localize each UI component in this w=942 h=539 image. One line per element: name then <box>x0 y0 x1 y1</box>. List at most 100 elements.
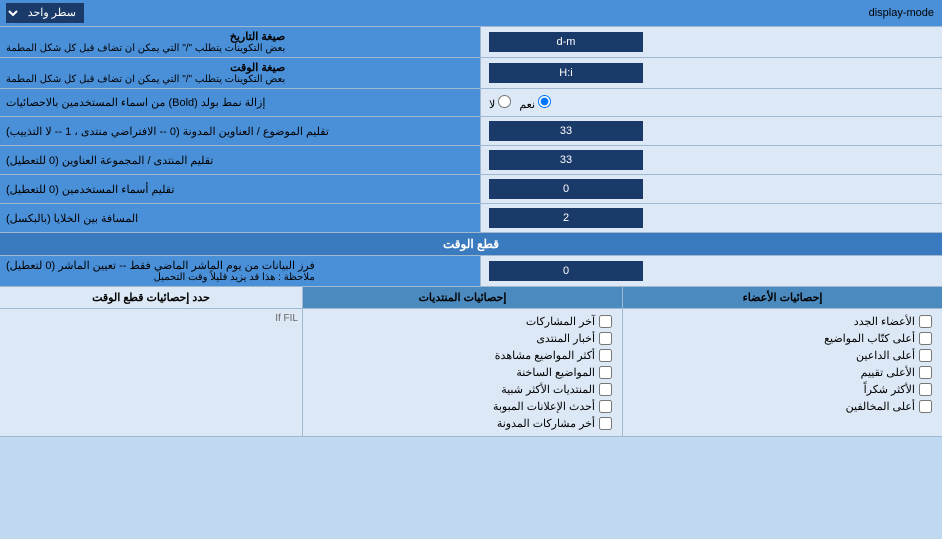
checkbox-last-posts-input[interactable] <box>599 315 612 328</box>
main-container: display-mode سطر واحد سطران ثلاثة أسطر ص… <box>0 0 942 437</box>
checkbox-new-members: الأعضاء الجدد <box>633 315 932 328</box>
checkbox-latest-classified-ads: أحدث الإعلانات المبوبة <box>313 400 612 413</box>
realtime-filter-note: ملاحظة : هذا قد يزيد قليلاً وقت التحميل <box>6 272 315 283</box>
topics-titles-label: تقليم الموضوع / العناوين المدونة (0 -- ا… <box>6 125 329 138</box>
cell-spacing-label-cell: المسافة بين الخلايا (بالبكسل) <box>0 204 480 232</box>
checkbox-most-viewed-input[interactable] <box>599 349 612 362</box>
checkbox-hot-topics-label: المواضيع الساخنة <box>516 366 595 379</box>
time-format-label: صيغة الوقت بعض التكوينات يتطلب "/" التي … <box>6 61 285 85</box>
checkbox-last-posts: آخر المشاركات <box>313 315 612 328</box>
display-label: display-mode <box>480 4 942 22</box>
display-row: display-mode سطر واحد سطران ثلاثة أسطر <box>0 0 942 27</box>
checkbox-most-similar-forums: المنتديات الأكثر شبية <box>313 383 612 396</box>
bold-no-label: لا <box>489 95 511 111</box>
checkbox-hot-topics-input[interactable] <box>599 366 612 379</box>
forum-titles-label: تقليم المنتدى / المجموعة العناوين (0 للت… <box>6 154 213 167</box>
bold-removal-input-cell: نعم لا <box>480 89 942 116</box>
checkbox-top-topic-writers-input[interactable] <box>919 332 932 345</box>
date-format-label: صيغة التاريخ بعض التكوينات يتطلب "/" الت… <box>6 30 285 54</box>
checkbox-forum-news: أخبار المنتدى <box>313 332 612 345</box>
usernames-input[interactable] <box>489 179 643 199</box>
realtime-section-header: قطع الوقت <box>0 233 942 256</box>
checkbox-forum-news-input[interactable] <box>599 332 612 345</box>
checkbox-top-rated-input[interactable] <box>919 366 932 379</box>
bold-yes-radio[interactable] <box>538 95 551 108</box>
checkbox-new-members-label: الأعضاء الجدد <box>854 315 915 328</box>
checkbox-most-similar-forums-label: المنتديات الأكثر شبية <box>501 383 595 396</box>
date-format-title: صيغة التاريخ <box>6 30 285 43</box>
realtime-filter-input-cell <box>480 256 942 286</box>
date-format-input[interactable] <box>489 32 643 52</box>
forum-titles-row: تقليم المنتدى / المجموعة العناوين (0 للت… <box>0 146 942 175</box>
checkbox-latest-classified-ads-input[interactable] <box>599 400 612 413</box>
checkbox-top-violators: أعلى المخالفين <box>633 400 932 413</box>
realtime-filter-label-cell: فرز البيانات من يوم الماشر الماضي فقط --… <box>0 256 480 286</box>
topics-titles-input-cell <box>480 117 942 145</box>
stats-apply-col: If FIL <box>0 309 302 436</box>
checkbox-top-inviters: أعلى الداعين <box>633 349 932 362</box>
stats-apply-header: حدد إحصائيات قطع الوقت <box>0 287 302 308</box>
stats-members-col: الأعضاء الجدد أعلى كتّاب المواضيع أعلى ا… <box>622 309 942 436</box>
checkbox-most-thanks-input[interactable] <box>919 383 932 396</box>
realtime-title: قطع الوقت <box>0 233 942 255</box>
checkbox-top-inviters-label: أعلى الداعين <box>856 349 915 362</box>
topics-titles-label-cell: تقليم الموضوع / العناوين المدونة (0 -- ا… <box>0 117 480 145</box>
realtime-filter-input[interactable] <box>489 261 643 281</box>
checkbox-latest-classified-ads-label: أحدث الإعلانات المبوبة <box>493 400 595 413</box>
checkbox-most-thanks: الأكثر شكراً <box>633 383 932 396</box>
checkbox-last-blog-posts-label: أخر مشاركات المدونة <box>497 417 595 430</box>
checkbox-most-similar-forums-input[interactable] <box>599 383 612 396</box>
bold-no-radio[interactable] <box>498 95 511 108</box>
checkbox-top-violators-input[interactable] <box>919 400 932 413</box>
date-format-label-cell: صيغة التاريخ بعض التكوينات يتطلب "/" الت… <box>0 27 480 57</box>
checkbox-top-rated: الأعلى تقييم <box>633 366 932 379</box>
bold-removal-row: نعم لا إزالة نمط بولد (Bold) من اسماء ال… <box>0 89 942 117</box>
realtime-filter-label: فرز البيانات من يوم الماشر الماضي فقط --… <box>6 259 315 283</box>
date-format-row: صيغة التاريخ بعض التكوينات يتطلب "/" الت… <box>0 27 942 58</box>
checkbox-top-topic-writers: أعلى كتّاب المواضيع <box>633 332 932 345</box>
checkbox-last-posts-label: آخر المشاركات <box>526 315 595 328</box>
stats-forums-col: آخر المشاركات أخبار المنتدى أكثر المواضي… <box>302 309 622 436</box>
bold-yes-label: نعم <box>519 95 551 111</box>
checkbox-top-topic-writers-label: أعلى كتّاب المواضيع <box>824 332 915 345</box>
cell-spacing-input-cell <box>480 204 942 232</box>
bold-radio-group: نعم لا <box>489 95 551 111</box>
forum-titles-input-cell <box>480 146 942 174</box>
time-format-title: صيغة الوقت <box>6 61 285 74</box>
stats-forums-header: إحصائيات المنتديات <box>302 287 622 308</box>
forum-titles-label-cell: تقليم المنتدى / المجموعة العناوين (0 للت… <box>0 146 480 174</box>
time-format-label-cell: صيغة الوقت بعض التكوينات يتطلب "/" التي … <box>0 58 480 88</box>
bold-removal-label-cell: إزالة نمط بولد (Bold) من اسماء المستخدمي… <box>0 89 480 116</box>
checkbox-last-blog-posts: أخر مشاركات المدونة <box>313 417 612 430</box>
cell-spacing-row: المسافة بين الخلايا (بالبكسل) <box>0 204 942 233</box>
usernames-label: تقليم أسماء المستخدمين (0 للتعطيل) <box>6 183 174 196</box>
realtime-filter-title: فرز البيانات من يوم الماشر الماضي فقط --… <box>6 259 315 272</box>
time-format-row: صيغة الوقت بعض التكوينات يتطلب "/" التي … <box>0 58 942 89</box>
forum-titles-input[interactable] <box>489 150 643 170</box>
checkbox-top-inviters-input[interactable] <box>919 349 932 362</box>
time-format-sublabel: بعض التكوينات يتطلب "/" التي يمكن ان تضا… <box>6 74 285 85</box>
display-mode-select[interactable]: سطر واحد سطران ثلاثة أسطر <box>6 3 84 23</box>
checkbox-new-members-input[interactable] <box>919 315 932 328</box>
display-select-cell: سطر واحد سطران ثلاثة أسطر <box>0 0 480 26</box>
stats-header-row: إحصائيات الأعضاء إحصائيات المنتديات حدد … <box>0 287 942 309</box>
date-format-sublabel: بعض التكوينات يتطلب "/" التي يمكن ان تضا… <box>6 43 285 54</box>
time-format-input-cell <box>480 58 942 88</box>
time-format-input[interactable] <box>489 63 643 83</box>
checkbox-forum-news-label: أخبار المنتدى <box>536 332 595 345</box>
topics-titles-row: تقليم الموضوع / العناوين المدونة (0 -- ا… <box>0 117 942 146</box>
checkbox-most-thanks-label: الأكثر شكراً <box>864 383 915 396</box>
cell-spacing-label: المسافة بين الخلايا (بالبكسل) <box>6 212 138 225</box>
usernames-row: تقليم أسماء المستخدمين (0 للتعطيل) <box>0 175 942 204</box>
date-format-input-cell <box>480 27 942 57</box>
checkbox-most-viewed-label: أكثر المواضيع مشاهدة <box>495 349 595 362</box>
usernames-input-cell <box>480 175 942 203</box>
checkbox-top-rated-label: الأعلى تقييم <box>861 366 915 379</box>
topics-titles-input[interactable] <box>489 121 643 141</box>
usernames-label-cell: تقليم أسماء المستخدمين (0 للتعطيل) <box>0 175 480 203</box>
cell-spacing-input[interactable] <box>489 208 643 228</box>
stats-members-header: إحصائيات الأعضاء <box>622 287 942 308</box>
checkbox-last-blog-posts-input[interactable] <box>599 417 612 430</box>
bottom-note: If FIL <box>4 313 298 324</box>
checkbox-most-viewed: أكثر المواضيع مشاهدة <box>313 349 612 362</box>
